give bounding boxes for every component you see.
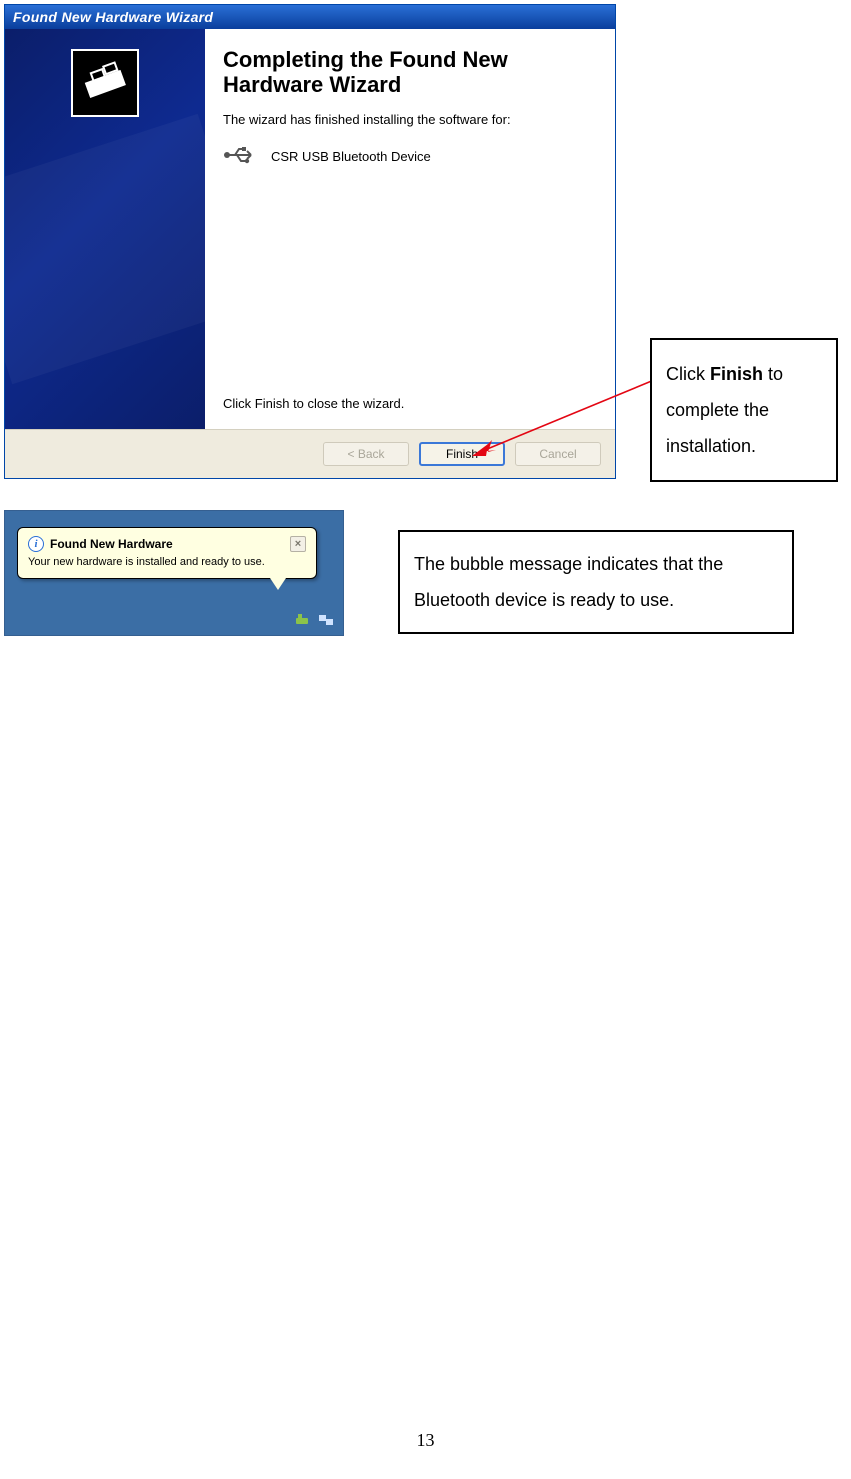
wizard-heading: Completing the Found New Hardware Wizard (223, 47, 595, 98)
wizard-titlebar[interactable]: Found New Hardware Wizard (5, 5, 615, 29)
spacer (223, 191, 595, 396)
page-number: 13 (0, 1430, 851, 1451)
wizard-subtext: The wizard has finished installing the s… (223, 112, 595, 127)
system-tray-screenshot: i Found New Hardware × Your new hardware… (4, 510, 344, 636)
cancel-button: Cancel (515, 442, 601, 466)
wizard-window: Found New Hardware Wizard Completing the… (4, 4, 616, 479)
hardware-chip-icon (71, 49, 139, 117)
balloon-body: Your new hardware is installed and ready… (28, 556, 306, 568)
wizard-content-panel: Completing the Found New Hardware Wizard… (205, 29, 615, 429)
tray-icons (293, 611, 335, 629)
info-icon: i (28, 536, 44, 552)
wizard-side-panel (5, 29, 205, 429)
callout-click-finish: Click Finish to complete the installatio… (650, 338, 838, 482)
wizard-button-bar: < Back Finish Cancel (5, 429, 615, 478)
chip-svg-icon (81, 59, 129, 107)
network-icon[interactable] (317, 611, 335, 629)
wizard-close-hint: Click Finish to close the wizard. (223, 396, 595, 417)
balloon-header: i Found New Hardware × (28, 536, 306, 552)
device-name: CSR USB Bluetooth Device (271, 149, 431, 164)
usb-icon (223, 143, 257, 171)
finish-button[interactable]: Finish (419, 442, 505, 466)
wizard-body: Completing the Found New Hardware Wizard… (5, 29, 615, 429)
balloon-title: Found New Hardware (50, 537, 173, 551)
document-page: Found New Hardware Wizard Completing the… (0, 0, 851, 1479)
safely-remove-icon[interactable] (293, 611, 311, 629)
balloon-close-button[interactable]: × (290, 536, 306, 552)
device-row: CSR USB Bluetooth Device (223, 143, 595, 171)
back-button: < Back (323, 442, 409, 466)
callout-text-bold: Finish (710, 364, 763, 384)
callout-text-pre: Click (666, 364, 710, 384)
callout-balloon-explain: The bubble message indicates that the Bl… (398, 530, 794, 634)
notification-balloon: i Found New Hardware × Your new hardware… (17, 527, 317, 579)
